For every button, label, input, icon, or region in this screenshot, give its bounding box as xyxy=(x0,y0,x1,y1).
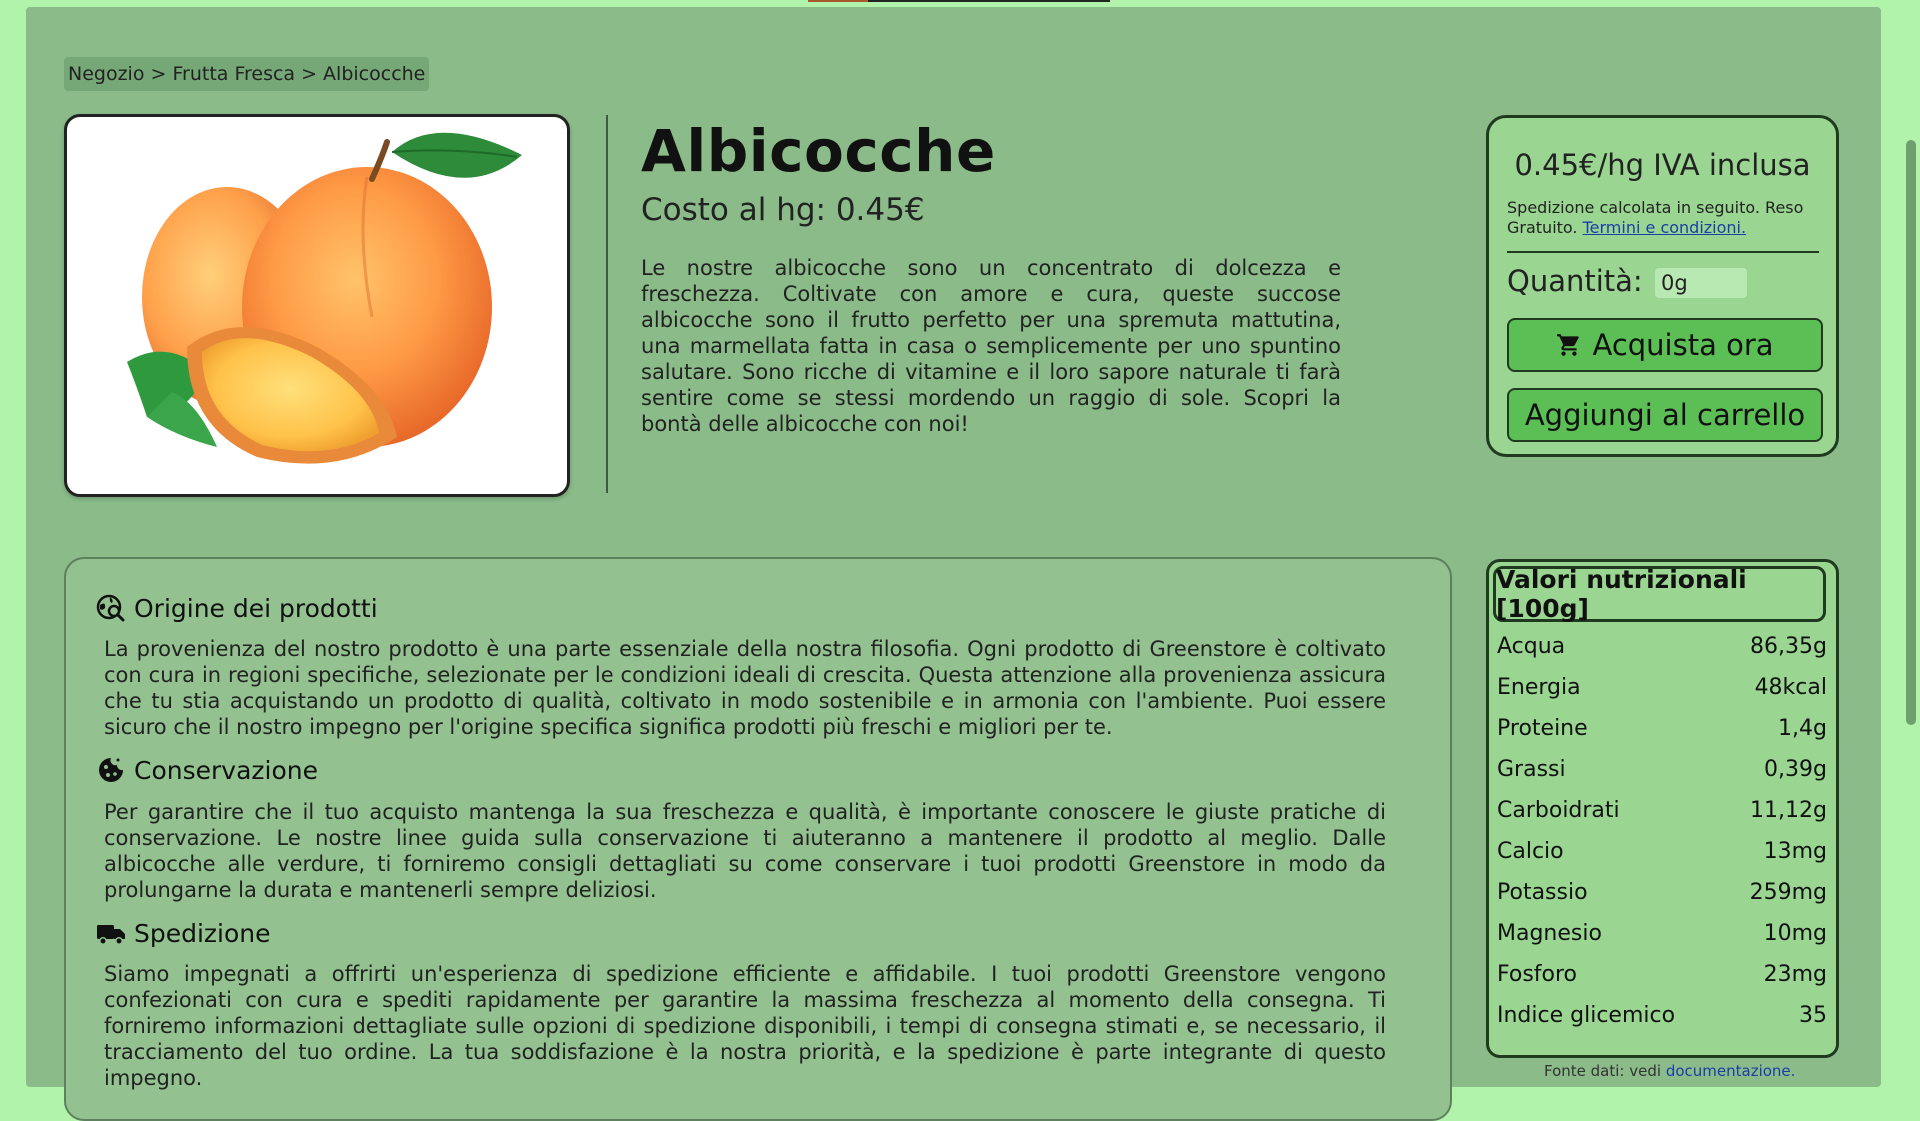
product-image xyxy=(64,114,570,497)
nutrient-name: Acqua xyxy=(1497,634,1566,659)
nutrient-name: Potassio xyxy=(1497,880,1588,905)
quantity-input[interactable] xyxy=(1655,268,1747,298)
origin-heading: Origine dei prodotti xyxy=(96,593,378,623)
top-accent-bar-active xyxy=(808,0,868,2)
nutrient-name: Carboidrati xyxy=(1497,798,1620,823)
data-source-note: Fonte dati: vedi documentazione. xyxy=(1544,1062,1795,1080)
price-label: 0.45€/hg IVA inclusa xyxy=(1514,148,1811,182)
nutrient-value: 0,39g xyxy=(1764,757,1827,782)
nutrient-value: 1,4g xyxy=(1778,716,1827,741)
nutrient-value: 23mg xyxy=(1763,962,1827,987)
purchase-divider xyxy=(1507,251,1819,253)
conservation-text: Per garantire che il tuo acquisto manten… xyxy=(104,800,1386,902)
nutrition-row: Acqua 86,35g xyxy=(1497,626,1827,667)
nutrition-box: Valori nutrizionali [100g] Acqua 86,35g E… xyxy=(1486,559,1839,1058)
nutrition-row: Grassi 0,39g xyxy=(1497,749,1827,790)
scrollbar-thumb[interactable] xyxy=(1906,140,1916,725)
origin-title: Origine dei prodotti xyxy=(134,593,378,623)
conservation-heading: Conservazione xyxy=(96,755,318,785)
scrollbar[interactable] xyxy=(1898,0,1920,1080)
cart-icon xyxy=(1557,334,1580,356)
conservation-title: Conservazione xyxy=(134,755,318,785)
nutrition-table: Acqua 86,35g Energia 48kcal Proteine 1,4g G… xyxy=(1497,626,1827,1036)
nutrition-row: Calcio 13mg xyxy=(1497,831,1827,872)
nutrient-value: 10mg xyxy=(1763,921,1827,946)
nutrition-row: Indice glicemico 35 xyxy=(1497,995,1827,1036)
product-price-per-hg: Costo al hg: 0.45€ xyxy=(641,192,925,228)
add-to-cart-label: Aggiungi al carrello xyxy=(1524,398,1806,432)
purchase-box: 0.45€/hg IVA inclusa Spedizione calcolat… xyxy=(1486,115,1839,457)
nutrient-name: Calcio xyxy=(1497,839,1564,864)
truck-icon xyxy=(97,925,125,945)
nutrient-name: Energia xyxy=(1497,675,1581,700)
globe-search-icon xyxy=(96,594,125,622)
documentation-link[interactable]: documentazione. xyxy=(1666,1062,1796,1080)
cookie-icon xyxy=(99,758,123,782)
breadcrumb[interactable]: Negozio > Frutta Fresca > Albicocche xyxy=(64,57,430,91)
breadcrumb-text[interactable]: Negozio > Frutta Fresca > Albicocche xyxy=(68,63,425,85)
nutrient-value: 11,12g xyxy=(1750,798,1827,823)
buy-now-label: Acquista ora xyxy=(1592,328,1774,362)
nutrient-value: 35 xyxy=(1799,1003,1827,1028)
shipping-title: Spedizione xyxy=(134,918,271,948)
add-to-cart-button[interactable]: Aggiungi al carrello xyxy=(1507,388,1823,442)
terms-link[interactable]: Termini e condizioni. xyxy=(1583,218,1746,237)
nutrient-value: 259mg xyxy=(1749,880,1827,905)
nutrient-name: Proteine xyxy=(1497,716,1588,741)
nutrition-row: Potassio 259mg xyxy=(1497,872,1827,913)
buy-now-button[interactable]: Acquista ora xyxy=(1507,318,1823,372)
nutrition-row: Magnesio 10mg xyxy=(1497,913,1827,954)
nutrient-value: 86,35g xyxy=(1750,634,1827,659)
product-page: Negozio > Frutta Fresca > Albicocche Alb… xyxy=(26,7,1881,1121)
shipping-note: Spedizione calcolata in seguito. Reso Gr… xyxy=(1507,198,1827,238)
nutrition-title: Valori nutrizionali [100g] xyxy=(1493,565,1826,623)
shipping-heading: Spedizione xyxy=(96,918,271,948)
divider xyxy=(606,115,608,493)
origin-text: La provenienza del nostro prodotto è una… xyxy=(104,637,1386,739)
product-title: Albicocche xyxy=(641,117,996,185)
nutrient-name: Grassi xyxy=(1497,757,1566,782)
nutrition-row: Energia 48kcal xyxy=(1497,667,1827,708)
nutrient-value: 48kcal xyxy=(1754,675,1827,700)
nutrient-value: 13mg xyxy=(1763,839,1827,864)
shipping-text: Siamo impegnati a offrirti un'esperienza… xyxy=(104,962,1386,1090)
product-description: Le nostre albicocche sono un concentrato… xyxy=(641,256,1341,436)
source-prefix: Fonte dati: vedi xyxy=(1544,1062,1662,1080)
info-card: Origine dei prodotti La provenienza del … xyxy=(64,557,1452,1121)
nutrition-row: Carboidrati 11,12g xyxy=(1497,790,1827,831)
nutrition-row: Fosforo 23mg xyxy=(1497,954,1827,995)
nutrient-name: Indice glicemico xyxy=(1497,1003,1676,1028)
quantity-label: Quantità: xyxy=(1507,264,1643,298)
nutrient-name: Magnesio xyxy=(1497,921,1602,946)
nutrient-name: Fosforo xyxy=(1497,962,1578,987)
apricot-illustration xyxy=(127,132,522,464)
nutrition-row: Proteine 1,4g xyxy=(1497,708,1827,749)
